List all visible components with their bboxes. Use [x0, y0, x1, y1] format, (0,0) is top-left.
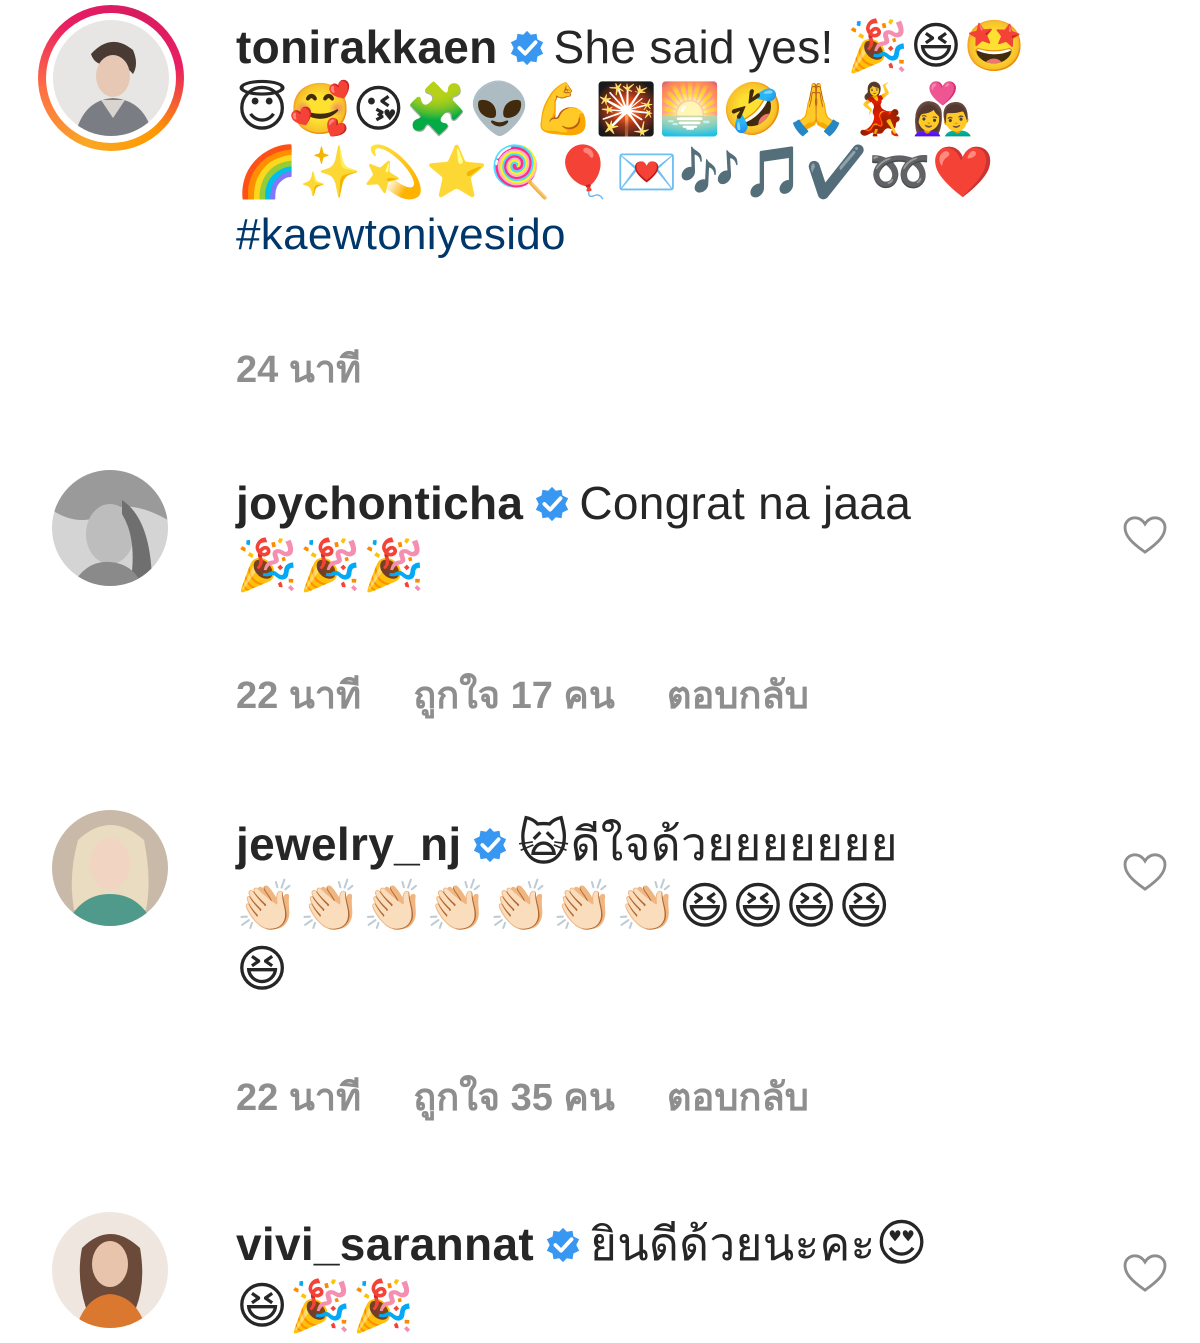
comment-username[interactable]: joychonticha	[236, 477, 523, 529]
comment-text: She said yes!	[553, 21, 834, 73]
comment-username[interactable]: jewelry_nj	[236, 818, 461, 870]
comment-time[interactable]: 24 นาที	[236, 349, 361, 391]
comment-body: tonirakkaen She said yes! 🎉😆🤩 😇🥰😘🧩👽💪🎇🌅🤣🙏💃…	[236, 15, 1156, 266]
comment-body: vivi_sarannat ยินดีด้วยนะคะ😍 😆🎉🎉	[236, 1212, 1156, 1338]
comment-text: ยินดีด้วยนะคะ	[589, 1218, 876, 1270]
verified-badge-icon	[474, 827, 507, 863]
comment-emojis: 👏🏻👏🏻👏🏻👏🏻👏🏻👏🏻👏🏻😆😆😆😆	[236, 877, 892, 935]
reply-button[interactable]: ตอบกลับ	[667, 675, 809, 717]
comment-text: Congrat na jaaa	[579, 477, 912, 529]
avatar[interactable]	[52, 470, 168, 586]
comment-meta: 22 นาที ถูกใจ 35 คน ตอบกลับ	[236, 1066, 861, 1127]
heart-outline-icon[interactable]	[1122, 852, 1168, 892]
comment-meta: 22 นาที ถูกใจ 17 คน ตอบกลับ	[236, 664, 861, 725]
comment-item: vivi_sarannat ยินดีด้วยนะคะ😍 😆🎉🎉	[0, 1200, 1200, 1343]
comment-emojis: 😆	[236, 940, 290, 998]
comment-emojis: 😇🥰😘🧩👽💪🎇🌅🤣🙏💃👩‍❤️‍👨	[236, 80, 975, 138]
comment-item: jewelry_nj 🙀ดีใจด้วยยยยยยย 👏🏻👏🏻👏🏻👏🏻👏🏻👏🏻👏🏻…	[0, 800, 1200, 1140]
avatar[interactable]	[52, 1212, 168, 1328]
hashtag-link[interactable]: #kaewtoniyesido	[236, 204, 1156, 266]
heart-outline-icon[interactable]	[1122, 1253, 1168, 1293]
comment-meta: 24 นาที	[236, 338, 413, 399]
comment-item: joychonticha Congrat na jaaa 🎉🎉🎉 22 นาที ถ…	[0, 460, 1200, 760]
verified-badge-icon	[546, 1227, 580, 1263]
likes-count[interactable]: ถูกใจ 35 คน	[413, 1077, 615, 1119]
comment-username[interactable]: tonirakkaen	[236, 21, 498, 73]
comment-text: ดีใจด้วยยยยยยย	[570, 818, 898, 870]
avatar[interactable]	[52, 810, 168, 926]
reply-button[interactable]: ตอบกลับ	[667, 1077, 809, 1119]
comment-emojis: 🎉🎉🎉	[236, 536, 426, 594]
comment-time[interactable]: 22 นาที	[236, 1077, 361, 1119]
comment-emojis: 🌈✨💫⭐🍭🎈💌🎶🎵✔️➿❤️	[236, 143, 996, 201]
likes-count[interactable]: ถูกใจ 17 คน	[413, 675, 615, 717]
avatar[interactable]	[53, 20, 169, 136]
comment-body: joychonticha Congrat na jaaa 🎉🎉🎉	[236, 472, 1156, 597]
comment-emojis: 😍	[875, 1214, 929, 1272]
comment-time[interactable]: 22 นาที	[236, 675, 361, 717]
comment-emojis: 😆🎉🎉	[236, 1277, 416, 1335]
comment-emojis: 🎉😆🤩	[846, 17, 1027, 75]
comment-username[interactable]: vivi_sarannat	[236, 1218, 534, 1270]
story-ring[interactable]	[38, 5, 184, 151]
comment-body: jewelry_nj 🙀ดีใจด้วยยยยยยย 👏🏻👏🏻👏🏻👏🏻👏🏻👏🏻👏🏻…	[236, 812, 1156, 1001]
verified-badge-icon	[536, 486, 569, 522]
caption-comment: tonirakkaen She said yes! 🎉😆🤩 😇🥰😘🧩👽💪🎇🌅🤣🙏💃…	[0, 0, 1200, 400]
comment-emojis: 🙀	[517, 814, 571, 872]
verified-badge-icon	[510, 30, 543, 66]
heart-outline-icon[interactable]	[1122, 515, 1168, 555]
